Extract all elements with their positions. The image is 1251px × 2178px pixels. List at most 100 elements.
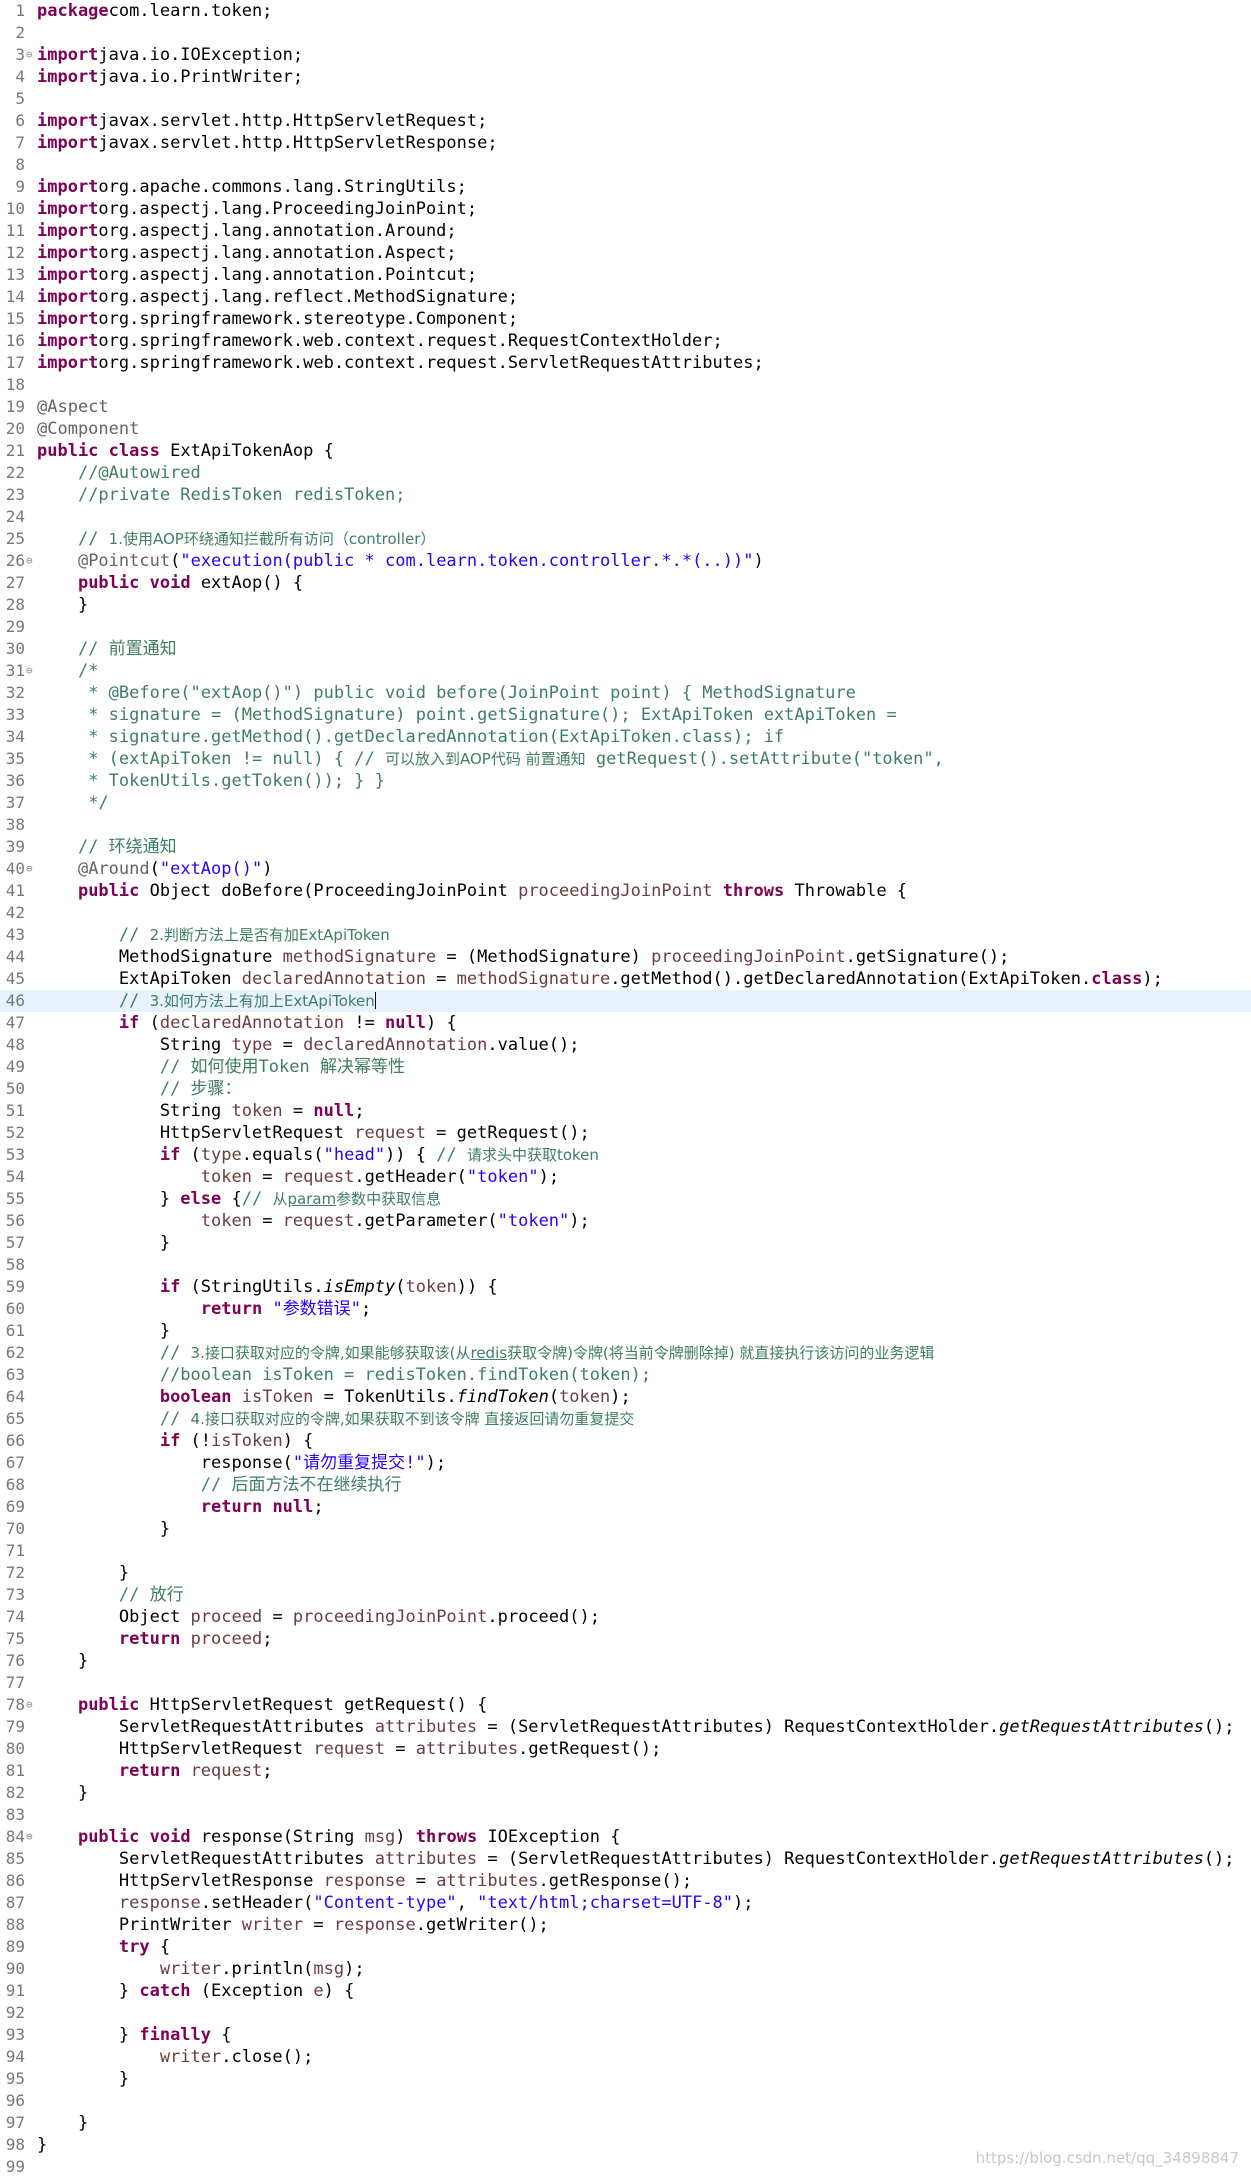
code-line[interactable]: 51 String token = null; bbox=[0, 1100, 1251, 1122]
fold-toggle-icon[interactable]: ⊖ bbox=[26, 44, 33, 66]
code-line[interactable]: 3 ⊖ importjava.io.IOException; bbox=[0, 44, 1251, 66]
code-line[interactable]: 31 ⊖ /* bbox=[0, 660, 1251, 682]
code-line[interactable]: 48 String type = declaredAnnotation.valu… bbox=[0, 1034, 1251, 1056]
code-line[interactable]: 76 } bbox=[0, 1650, 1251, 1672]
code-line[interactable]: 81 return request; bbox=[0, 1760, 1251, 1782]
code-line[interactable]: 20 @Component bbox=[0, 418, 1251, 440]
code-line[interactable]: 64 boolean isToken = TokenUtils.findToke… bbox=[0, 1386, 1251, 1408]
code-line[interactable]: 95 } bbox=[0, 2068, 1251, 2090]
code-line[interactable]: 39 // 环绕通知 bbox=[0, 836, 1251, 858]
fold-toggle-icon[interactable]: ⊖ bbox=[26, 858, 33, 880]
code-line[interactable]: 14 importorg.aspectj.lang.reflect.MethodS… bbox=[0, 286, 1251, 308]
code-line[interactable]: 44 MethodSignature methodSignature = (Me… bbox=[0, 946, 1251, 968]
code-line[interactable]: 69 return null; bbox=[0, 1496, 1251, 1518]
code-line[interactable]: 67 response("请勿重复提交!"); bbox=[0, 1452, 1251, 1474]
code-line[interactable]: 82 } bbox=[0, 1782, 1251, 1804]
code-line[interactable]: 47 if (declaredAnnotation != null) { bbox=[0, 1012, 1251, 1034]
code-line[interactable]: 2 bbox=[0, 22, 1251, 44]
code-line[interactable]: 29 bbox=[0, 616, 1251, 638]
code-line[interactable]: 60 return "参数错误"; bbox=[0, 1298, 1251, 1320]
code-line[interactable]: 77 bbox=[0, 1672, 1251, 1694]
code-line[interactable]: 19 @Aspect bbox=[0, 396, 1251, 418]
code-line[interactable]: 30 // 前置通知 bbox=[0, 638, 1251, 660]
code-line[interactable]: 50 // 步骤： bbox=[0, 1078, 1251, 1100]
code-line[interactable]: 26 ⊖ @Pointcut("execution(public * com.le… bbox=[0, 550, 1251, 572]
code-line[interactable]: 71 bbox=[0, 1540, 1251, 1562]
code-line[interactable]: 83 bbox=[0, 1804, 1251, 1826]
code-line[interactable]: 15 importorg.springframework.stereotype.C… bbox=[0, 308, 1251, 330]
code-line[interactable]: 49 // 如何使用Token 解决幂等性 bbox=[0, 1056, 1251, 1078]
code-line[interactable]: 22 //@Autowired bbox=[0, 462, 1251, 484]
code-line[interactable]: 36 * TokenUtils.getToken()); } } bbox=[0, 770, 1251, 792]
code-line[interactable]: 75 return proceed; bbox=[0, 1628, 1251, 1650]
code-line[interactable]: 74 Object proceed = proceedingJoinPoint.… bbox=[0, 1606, 1251, 1628]
code-line[interactable]: 35 * (extApiToken != null) { // 可以放入到AOP… bbox=[0, 748, 1251, 770]
code-line[interactable]: 54 token = request.getHeader("token"); bbox=[0, 1166, 1251, 1188]
code-line[interactable]: 55 } else {// 从param参数中获取信息 bbox=[0, 1188, 1251, 1210]
code-line[interactable]: 66 if (!isToken) { bbox=[0, 1430, 1251, 1452]
code-line[interactable]: 5 bbox=[0, 88, 1251, 110]
code-line[interactable]: 73 // 放行 bbox=[0, 1584, 1251, 1606]
code-line[interactable]: 25 // 1.使用AOP环绕通知拦截所有访问（controller） bbox=[0, 528, 1251, 550]
code-line[interactable]: 58 bbox=[0, 1254, 1251, 1276]
code-line[interactable]: 63 //boolean isToken = redisToken.findTo… bbox=[0, 1364, 1251, 1386]
code-line[interactable]: 91 } catch (Exception e) { bbox=[0, 1980, 1251, 2002]
code-line[interactable]: 68 // 后面方法不在继续执行 bbox=[0, 1474, 1251, 1496]
code-line[interactable]: 4 importjava.io.PrintWriter; bbox=[0, 66, 1251, 88]
code-line[interactable]: 65 // 4.接口获取对应的令牌,如果获取不到该令牌 直接返回请勿重复提交 bbox=[0, 1408, 1251, 1430]
code-line[interactable]: 79 ServletRequestAttributes attributes =… bbox=[0, 1716, 1251, 1738]
code-line[interactable]: 11 importorg.aspectj.lang.annotation.Arou… bbox=[0, 220, 1251, 242]
code-line[interactable]: 57 } bbox=[0, 1232, 1251, 1254]
fold-toggle-icon[interactable]: ⊖ bbox=[26, 660, 33, 682]
code-line[interactable]: 72 } bbox=[0, 1562, 1251, 1584]
code-line[interactable]: 40 ⊖ @Around("extAop()") bbox=[0, 858, 1251, 880]
code-line[interactable]: 16 importorg.springframework.web.context.… bbox=[0, 330, 1251, 352]
code-line[interactable]: 13 importorg.aspectj.lang.annotation.Poin… bbox=[0, 264, 1251, 286]
code-line[interactable]: 62 // 3.接口获取对应的令牌,如果能够获取该(从redis获取令牌)令牌(… bbox=[0, 1342, 1251, 1364]
code-line[interactable]: 89 try { bbox=[0, 1936, 1251, 1958]
code-line[interactable]: 41 public Object doBefore(ProceedingJoin… bbox=[0, 880, 1251, 902]
code-line[interactable]: 9 importorg.apache.commons.lang.StringUti… bbox=[0, 176, 1251, 198]
code-line[interactable]: 27 public void extAop() { bbox=[0, 572, 1251, 594]
code-line[interactable]: 43 // 2.判断方法上是否有加ExtApiToken bbox=[0, 924, 1251, 946]
code-line[interactable]: 59 if (StringUtils.isEmpty(token)) { bbox=[0, 1276, 1251, 1298]
code-line[interactable]: 80 HttpServletRequest request = attribut… bbox=[0, 1738, 1251, 1760]
code-line[interactable]: 94 writer.close(); bbox=[0, 2046, 1251, 2068]
code-line[interactable]: 7 importjavax.servlet.http.HttpServletRes… bbox=[0, 132, 1251, 154]
fold-toggle-icon[interactable]: ⊖ bbox=[26, 1826, 33, 1848]
code-line[interactable]: 18 bbox=[0, 374, 1251, 396]
code-line[interactable]: 1 packagecom.learn.token; bbox=[0, 0, 1251, 22]
code-line[interactable]: 34 * signature.getMethod().getDeclaredAn… bbox=[0, 726, 1251, 748]
code-line[interactable]: 24 bbox=[0, 506, 1251, 528]
code-line[interactable]: 21 public class ExtApiTokenAop { bbox=[0, 440, 1251, 462]
code-line[interactable]: 8 bbox=[0, 154, 1251, 176]
code-line[interactable]: 38 bbox=[0, 814, 1251, 836]
code-line[interactable]: 32 * @Before("extAop()") public void bef… bbox=[0, 682, 1251, 704]
code-line[interactable]: 42 bbox=[0, 902, 1251, 924]
code-line[interactable]: 46 // 3.如何方法上有加上ExtApiToken bbox=[0, 990, 1251, 1012]
code-line[interactable]: 45 ExtApiToken declaredAnnotation = meth… bbox=[0, 968, 1251, 990]
code-line[interactable]: 33 * signature = (MethodSignature) point… bbox=[0, 704, 1251, 726]
code-line[interactable]: 37 */ bbox=[0, 792, 1251, 814]
fold-toggle-icon[interactable]: ⊖ bbox=[26, 1694, 33, 1716]
code-line[interactable]: 56 token = request.getParameter("token")… bbox=[0, 1210, 1251, 1232]
code-line[interactable]: 93 } finally { bbox=[0, 2024, 1251, 2046]
code-line[interactable]: 97 } bbox=[0, 2112, 1251, 2134]
code-line[interactable]: 23 //private RedisToken redisToken; bbox=[0, 484, 1251, 506]
code-line[interactable]: 88 PrintWriter writer = response.getWrit… bbox=[0, 1914, 1251, 1936]
code-line[interactable]: 78 ⊖ public HttpServletRequest getRequest… bbox=[0, 1694, 1251, 1716]
code-line[interactable]: 12 importorg.aspectj.lang.annotation.Aspe… bbox=[0, 242, 1251, 264]
code-line[interactable]: 92 bbox=[0, 2002, 1251, 2024]
code-line[interactable]: 85 ServletRequestAttributes attributes =… bbox=[0, 1848, 1251, 1870]
code-line[interactable]: 10 importorg.aspectj.lang.ProceedingJoinP… bbox=[0, 198, 1251, 220]
code-line[interactable]: 70 } bbox=[0, 1518, 1251, 1540]
code-editor[interactable]: 1 packagecom.learn.token; 2 3 ⊖ importjava.io… bbox=[0, 0, 1251, 2178]
code-line[interactable]: 86 HttpServletResponse response = attrib… bbox=[0, 1870, 1251, 1892]
code-line[interactable]: 53 if (type.equals("head")) { // 请求头中获取t… bbox=[0, 1144, 1251, 1166]
code-line[interactable]: 84 ⊖ public void response(String msg) thr… bbox=[0, 1826, 1251, 1848]
code-line[interactable]: 96 bbox=[0, 2090, 1251, 2112]
fold-toggle-icon[interactable]: ⊖ bbox=[26, 550, 33, 572]
code-line[interactable]: 52 HttpServletRequest request = getReque… bbox=[0, 1122, 1251, 1144]
code-line[interactable]: 6 importjavax.servlet.http.HttpServletReq… bbox=[0, 110, 1251, 132]
code-line[interactable]: 61 } bbox=[0, 1320, 1251, 1342]
